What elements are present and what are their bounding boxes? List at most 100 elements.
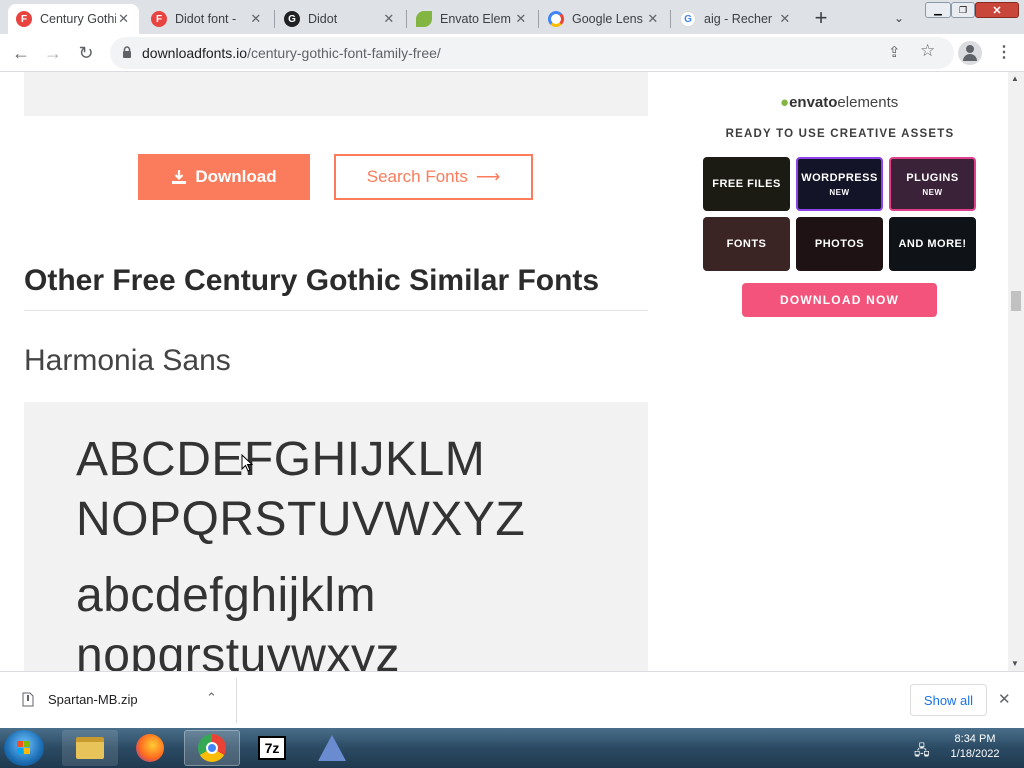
close-download-bar-icon[interactable]: ✕ <box>998 690 1011 708</box>
close-tab-icon[interactable]: ✕ <box>116 11 131 27</box>
system-clock[interactable]: 8:34 PM 1/18/2022 <box>940 732 1010 762</box>
sample-lowercase-line-2: nopqrstuvwxyz <box>76 629 400 671</box>
tab-didot-font[interactable]: F Didot font - ✕ <box>143 4 271 34</box>
download-item[interactable]: Spartan-MB.zip <box>22 692 138 707</box>
tab-title: Didot <box>308 12 338 26</box>
close-tab-icon[interactable]: ✕ <box>249 11 263 27</box>
minimize-button[interactable]: ▁ <box>925 2 951 18</box>
share-icon[interactable]: ⇪ <box>888 43 901 61</box>
download-button[interactable]: Download <box>138 154 310 200</box>
new-tab-button[interactable]: + <box>808 5 834 30</box>
ad-tile-plugins[interactable]: PLUGINS NEW <box>889 157 976 211</box>
close-tab-icon[interactable]: ✕ <box>382 11 396 27</box>
page-content: Download Search Fonts ⟶ Other Free Centu… <box>0 72 1008 671</box>
font-preview-box-previous <box>24 72 648 116</box>
tab-separator <box>538 10 539 28</box>
sample-uppercase-line-2: NOPQRSTUVWXYZ <box>76 493 526 546</box>
mouse-cursor-icon <box>241 454 254 472</box>
tab-search-chevron-icon[interactable]: ⌄ <box>888 8 910 28</box>
tab-title: Envato Elem <box>440 12 511 26</box>
ad-tile-fonts[interactable]: FONTS <box>703 217 790 271</box>
close-tab-icon[interactable]: ✕ <box>514 11 528 27</box>
tab-strip: F Century Gothic ✕ F Didot font - ✕ G Di… <box>0 0 1024 34</box>
ad-tile-wordpress[interactable]: WORDPRESS NEW <box>796 157 883 211</box>
tab-envato[interactable]: Envato Elem ✕ <box>408 4 536 34</box>
restore-button[interactable]: ❐ <box>951 2 975 18</box>
forward-arrow-icon[interactable]: → <box>39 39 67 67</box>
tab-google-lens[interactable]: Google Lens ✕ <box>540 4 668 34</box>
chrome-taskbar-icon[interactable] <box>184 730 240 766</box>
tile-label: PLUGINS <box>906 171 959 184</box>
show-all-button[interactable]: Show all <box>910 684 987 716</box>
tile-label: PHOTOS <box>814 238 865 250</box>
tab-separator <box>670 10 671 28</box>
ad-tile-and-more[interactable]: AND MORE! <box>889 217 976 271</box>
tab-separator <box>406 10 407 28</box>
ad-tile-free-files[interactable]: FREE FILES <box>703 157 790 211</box>
fontsio-favicon-icon: F <box>16 11 32 27</box>
tile-label: FREE FILES <box>712 178 781 190</box>
fontsio-favicon-icon: F <box>151 11 167 27</box>
tab-title: Google Lens <box>572 12 643 26</box>
envato-elements-logo[interactable]: ●envatoelements <box>780 94 898 111</box>
tile-label: FONTS <box>726 238 767 250</box>
tab-title: Century Gothic <box>40 12 117 26</box>
clock-time: 8:34 PM <box>954 733 996 745</box>
scroll-up-arrow-icon[interactable]: ▲ <box>1011 74 1019 83</box>
reload-icon[interactable]: ↻ <box>72 39 100 67</box>
sample-lowercase-line-1: abcdefghijklm <box>76 569 376 622</box>
section-divider <box>24 310 648 311</box>
search-fonts-button[interactable]: Search Fonts ⟶ <box>334 154 533 200</box>
font-name-heading[interactable]: Harmonia Sans <box>24 344 231 378</box>
envato-leaf-icon <box>416 11 432 27</box>
ad-tile-photos[interactable]: PHOTOS <box>796 217 883 271</box>
search-fonts-label: Search Fonts <box>366 167 468 186</box>
tab-century-gothic[interactable]: F Century Gothic ✕ <box>8 4 139 34</box>
7zip-taskbar-icon[interactable]: 7z <box>244 730 300 766</box>
tab-title: Didot font - <box>175 12 237 26</box>
back-arrow-icon[interactable]: ← <box>7 39 35 67</box>
menu-kebab-icon[interactable]: ⋮ <box>996 42 1012 62</box>
window-close-button[interactable]: ✕ <box>975 2 1019 18</box>
firefox-taskbar-icon[interactable] <box>122 730 178 766</box>
google-lens-icon <box>548 11 564 27</box>
arrow-right-icon: ⟶ <box>475 167 501 186</box>
tab-title: aig - Recher <box>704 12 773 26</box>
font-app-taskbar-icon[interactable] <box>304 730 360 766</box>
download-label: Download <box>195 167 277 186</box>
scroll-down-arrow-icon[interactable]: ▼ <box>1011 659 1019 668</box>
section-title: Other Free Century Gothic Similar Fonts <box>24 264 600 297</box>
vertical-scrollbar[interactable]: ▲ ▼ <box>1008 72 1024 671</box>
url-path: /century-gothic-font-family-free/ <box>247 45 441 61</box>
zip-file-icon <box>22 692 34 707</box>
ad-download-now-button[interactable]: DOWNLOAD NOW <box>742 283 937 317</box>
profile-avatar-icon[interactable] <box>958 41 982 65</box>
sample-uppercase-line-1: ABCDEFGHIJKLM <box>76 433 486 486</box>
download-separator <box>236 678 237 723</box>
logo-text-elements: elements <box>837 94 899 111</box>
download-file-name: Spartan-MB.zip <box>48 692 138 707</box>
download-icon <box>172 170 187 184</box>
network-icon[interactable]: 🖧 <box>914 740 930 764</box>
start-button[interactable] <box>4 730 44 766</box>
clock-date: 1/18/2022 <box>950 748 1000 760</box>
google-favicon-icon: G <box>284 11 300 27</box>
chevron-up-icon[interactable]: ⌃ <box>206 690 217 706</box>
tile-label: AND MORE! <box>898 238 967 250</box>
tab-aig-recherche[interactable]: G aig - Recher ✕ <box>672 4 800 34</box>
scrollbar-thumb[interactable] <box>1011 291 1021 311</box>
explorer-taskbar-icon[interactable] <box>62 730 118 766</box>
close-tab-icon[interactable]: ✕ <box>646 11 660 27</box>
tab-separator <box>274 10 275 28</box>
new-badge: NEW <box>922 187 943 197</box>
google-favicon-icon: G <box>680 11 696 27</box>
tile-label: WORDPRESS <box>801 171 878 184</box>
download-shelf: Spartan-MB.zip ⌃ Show all ✕ <box>0 671 1024 728</box>
close-tab-icon[interactable]: ✕ <box>778 11 792 27</box>
url-domain: downloadfonts.io <box>142 45 248 61</box>
address-bar[interactable]: downloadfonts.io/century-gothic-font-fam… <box>110 37 954 69</box>
bookmark-star-icon[interactable]: ☆ <box>920 41 935 61</box>
tab-didot[interactable]: G Didot ✕ <box>276 4 404 34</box>
browser-toolbar: ← → ↻ downloadfonts.io/century-gothic-fo… <box>0 34 1024 72</box>
ad-tagline: READY TO USE CREATIVE ASSETS <box>725 128 955 140</box>
